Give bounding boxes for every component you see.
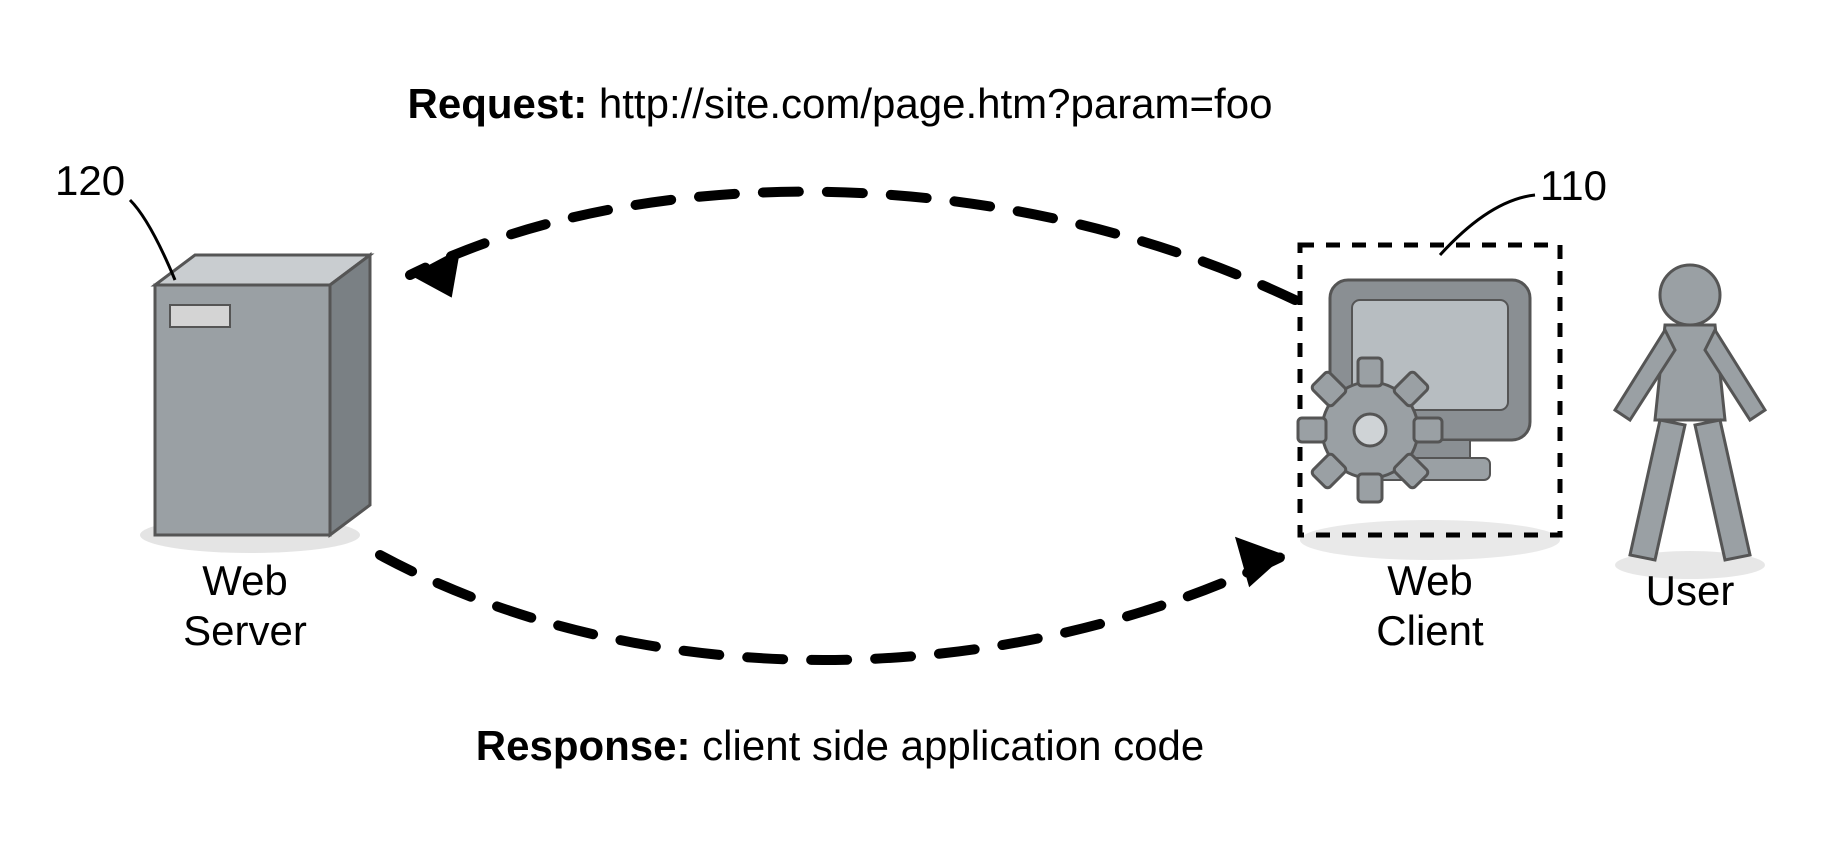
user-icon [1615,265,1765,579]
client-callout: 110 [1440,162,1607,255]
client-label-line1: Web [1387,557,1473,604]
client-label-line2: Client [1376,607,1484,654]
user-label: User [1646,567,1735,614]
response-bold: Response: [476,722,691,769]
server-callout: 120 [55,157,175,280]
request-rest: http://site.com/page.htm?param=foo [587,80,1272,127]
diagram-stage: 120 Web Server [0,0,1833,844]
request-arrow [407,192,1295,300]
response-text: Response: client side application code [476,722,1204,769]
web-client-icon [1268,280,1530,532]
client-callout-text: 110 [1540,162,1607,209]
response-rest: client side application code [691,722,1205,769]
request-text: Request: http://site.com/page.htm?param=… [408,80,1273,127]
response-arrow [380,530,1289,660]
server-label-line1: Web [202,557,288,604]
server-callout-text: 120 [55,157,125,204]
web-server-icon [140,255,370,553]
diagram-svg: 120 Web Server [0,0,1833,844]
server-label-line2: Server [183,607,307,654]
client-shadow [1300,520,1560,560]
request-bold: Request: [408,80,588,127]
